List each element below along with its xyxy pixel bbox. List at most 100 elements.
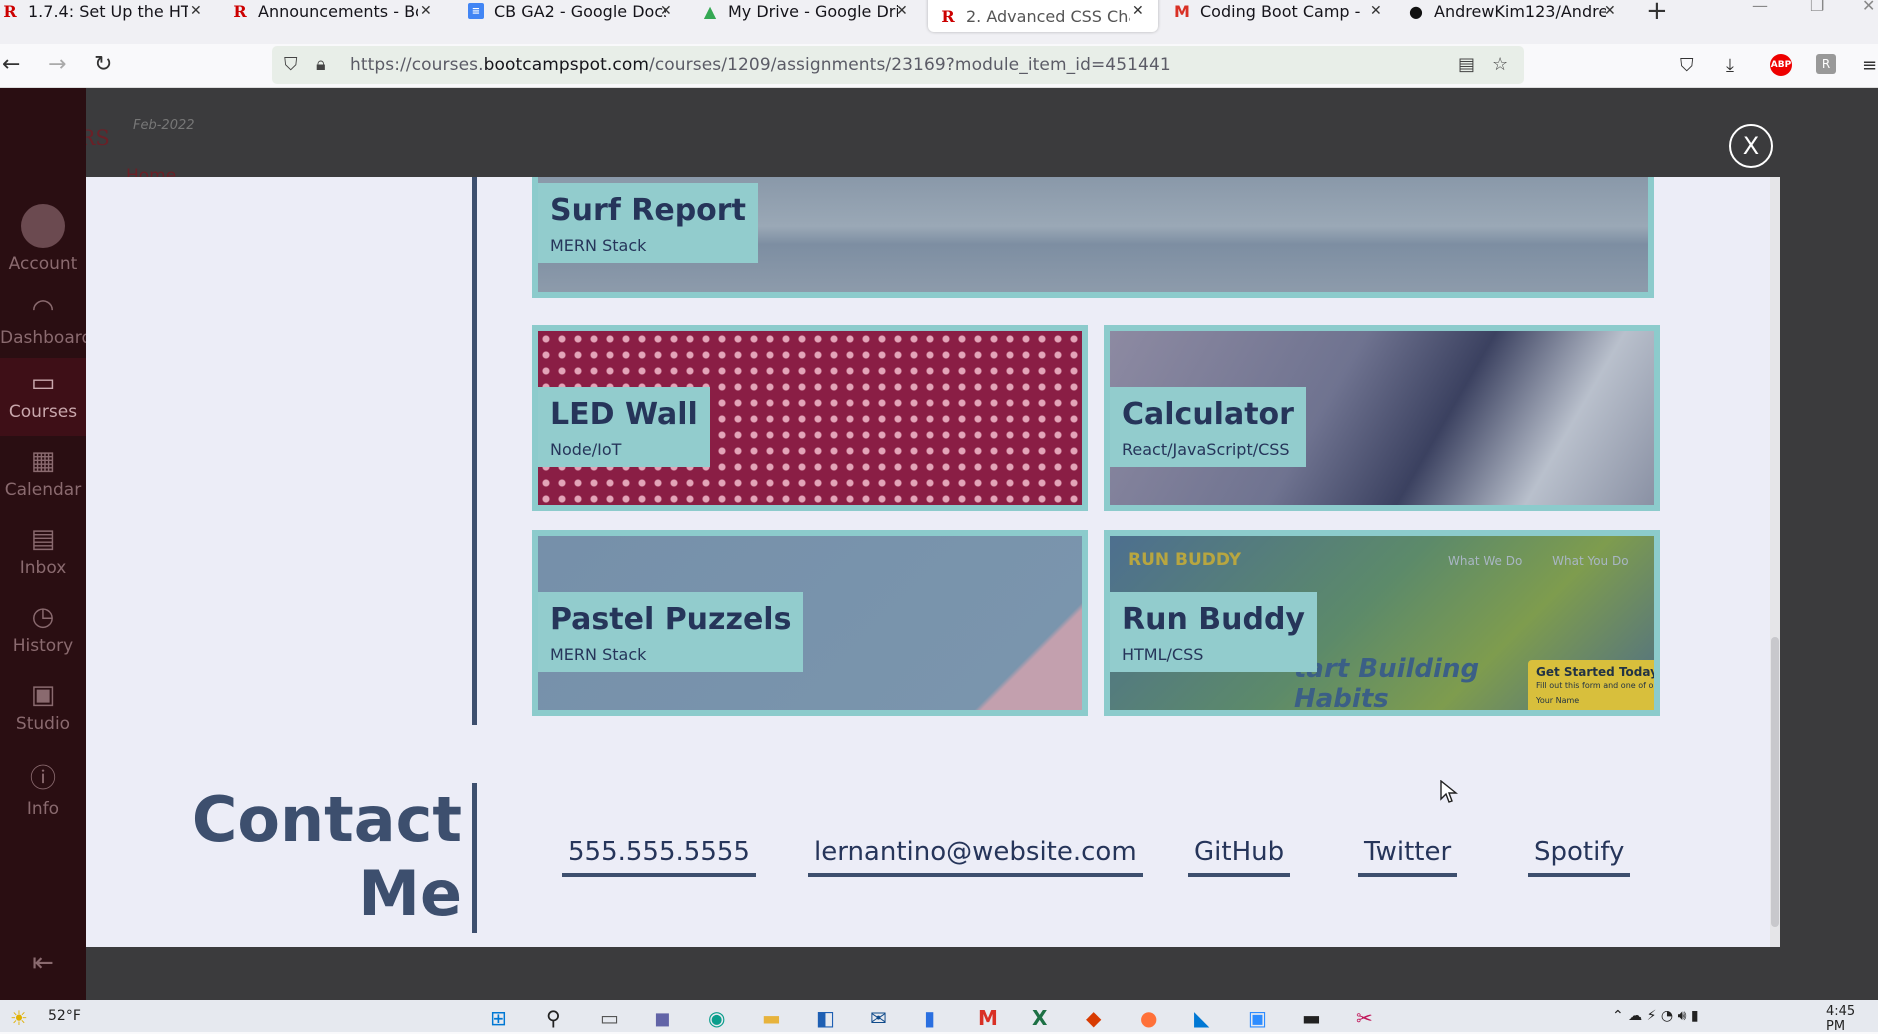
close-tab-icon[interactable]: ✕ — [896, 3, 908, 19]
browser-tab[interactable]: M Coding Boot Camp - Tut ✕ — [1174, 0, 1382, 22]
terminal-icon[interactable]: ▬ — [1302, 1006, 1321, 1030]
browser-tab-active[interactable]: R 2. Advanced CSS Challen ✕ — [928, 0, 1158, 32]
browser-tab[interactable]: ▲ My Drive - Google Drive ✕ — [702, 0, 912, 22]
sidebar-item-account[interactable]: Account — [0, 204, 86, 274]
vscode-icon[interactable]: ◣ — [1194, 1006, 1209, 1030]
contact-link-spotify[interactable]: Spotify — [1528, 837, 1631, 877]
browser-tab[interactable]: ≡ CB GA2 - Google Docs ✕ — [468, 0, 680, 22]
back-arrow-icon[interactable]: ← — [2, 52, 20, 77]
gmail-taskbar-icon[interactable]: M — [978, 1006, 998, 1030]
windows-taskbar: ☀ 52°F ⊞ ⚲ ▭ ◼ ◉ ▬ ◧ ✉ ▮ M X ◆ ● ◣ ▣ ▬ ✂… — [0, 1000, 1878, 1034]
lock-icon[interactable]: 🔒︎ — [316, 54, 326, 75]
project-card-surf-report[interactable]: Surf Report MERN Stack — [532, 177, 1654, 298]
contact-link-github[interactable]: GitHub — [1188, 837, 1291, 877]
browser-tab[interactable]: R 1.7.4: Set Up the HTML F ✕ — [2, 0, 202, 22]
minimize-window-icon[interactable]: — — [1752, 0, 1768, 15]
firefox-icon[interactable]: ● — [1140, 1006, 1157, 1030]
clock-icon: ◷ — [31, 602, 55, 632]
run-buddy-preview-nav: What We Do What You Do Yo — [1448, 554, 1629, 568]
zoom-icon[interactable]: ▣ — [1248, 1006, 1267, 1030]
canvas-global-nav: Account ◠ Dashboard ▭ Courses ▦ Calendar… — [0, 88, 92, 1000]
project-label: Surf Report MERN Stack — [538, 183, 758, 263]
tray-icons[interactable]: ⌃ ☁ ⚡ ◔ 🔊︎ ▮ — [1612, 1008, 1699, 1024]
download-icon[interactable]: ⤓ — [1726, 55, 1734, 76]
contact-link-phone[interactable]: 555.555.5555 — [562, 837, 756, 877]
contact-link-twitter[interactable]: Twitter — [1358, 837, 1458, 877]
dashboard-gauge-icon: ◠ — [31, 294, 55, 324]
weather-temperature[interactable]: 52°F — [48, 1008, 81, 1024]
forward-arrow-icon[interactable]: → — [48, 52, 66, 77]
studio-icon: ▣ — [30, 680, 56, 710]
rutgers-r-icon: R — [233, 1, 247, 21]
new-tab-button[interactable]: + — [1646, 0, 1668, 26]
mouse-cursor-icon — [1440, 779, 1458, 808]
gmail-icon: M — [1174, 1, 1190, 21]
file-explorer-icon[interactable]: ▬ — [762, 1006, 781, 1030]
scrollbar-thumb[interactable] — [1771, 637, 1779, 927]
book-icon: ▭ — [30, 368, 56, 398]
edge-icon[interactable]: ◉ — [708, 1006, 725, 1030]
project-label: Calculator React/JavaScript/CSS — [1110, 387, 1306, 467]
address-bar[interactable]: ⛉ 🔒︎ https://courses.bootcampspot.com/co… — [272, 46, 1524, 84]
close-tab-icon[interactable]: ✕ — [1370, 3, 1382, 19]
sidebar-item-studio[interactable]: ▣ Studio — [0, 680, 86, 734]
snipping-tool-icon[interactable]: ✂ — [1356, 1006, 1373, 1030]
shield-icon[interactable]: ⛉ — [284, 54, 298, 75]
browser-nav-bar: ← → ↻ ⛉ 🔒︎ https://courses.bootcampspot.… — [0, 44, 1878, 88]
project-card-calculator[interactable]: Calculator React/JavaScript/CSS — [1104, 325, 1660, 511]
search-icon[interactable]: ⚲ — [546, 1006, 561, 1030]
bookmark-star-icon[interactable]: ☆ — [1492, 54, 1508, 75]
avatar-icon — [21, 204, 65, 248]
project-card-pastel-puzzels[interactable]: Pastel Puzzels MERN Stack — [532, 530, 1088, 716]
pocket-icon[interactable]: ⛉ — [1680, 55, 1694, 76]
run-buddy-preview-hero: tart Building Habits — [1294, 654, 1480, 710]
restore-window-icon[interactable]: ❐ — [1810, 0, 1824, 15]
close-tab-icon[interactable]: ✕ — [190, 3, 202, 19]
adblock-plus-icon[interactable]: ABP — [1770, 54, 1792, 76]
rutgers-r-icon: R — [3, 1, 17, 21]
browser-tab[interactable]: ● AndrewKim123/Andrew ✕ — [1408, 0, 1618, 22]
close-tab-icon[interactable]: ✕ — [660, 3, 672, 19]
inbox-icon: ▤ — [30, 524, 56, 554]
modal-scrollbar[interactable] — [1770, 177, 1780, 947]
clock-time[interactable]: 4:45 PM — [1826, 1004, 1878, 1034]
close-tab-icon[interactable]: ✕ — [1132, 3, 1144, 19]
mail-icon[interactable]: ✉ — [870, 1006, 887, 1030]
portfolio-preview-modal: Surf Report MERN Stack LED Wall Node/IoT… — [86, 177, 1780, 947]
sidebar-item-history[interactable]: ◷ History — [0, 602, 86, 656]
sidebar-item-courses[interactable]: ▭ Courses — [0, 358, 86, 436]
browser-tab[interactable]: R Announcements - Bootc ✕ — [232, 0, 432, 22]
close-window-icon[interactable]: ✕ — [1862, 0, 1875, 15]
project-card-led-wall[interactable]: LED Wall Node/IoT — [532, 325, 1088, 511]
sidebar-item-inbox[interactable]: ▤ Inbox — [0, 524, 86, 578]
reader-view-icon[interactable]: ▤ — [1458, 54, 1475, 75]
collapse-nav-icon[interactable]: ⇤ — [0, 948, 86, 978]
browser-tab-strip: R 1.7.4: Set Up the HTML F ✕ R Announcem… — [0, 0, 1878, 44]
calendar-icon: ▦ — [30, 446, 56, 476]
extension-icon[interactable]: R — [1816, 54, 1836, 74]
course-term: Feb-2022 — [133, 118, 195, 133]
modal-close-button[interactable]: X — [1729, 124, 1773, 168]
sidebar-item-dashboard[interactable]: ◠ Dashboard — [0, 294, 92, 348]
chat-icon[interactable]: ◼ — [654, 1006, 671, 1030]
weather-icon[interactable]: ☀ — [10, 1006, 28, 1030]
contact-heading: Contact Me — [191, 783, 462, 930]
menu-icon[interactable]: ≡ — [1862, 55, 1877, 76]
store-icon[interactable]: ◧ — [816, 1006, 835, 1030]
project-label: Pastel Puzzels MERN Stack — [538, 592, 804, 672]
project-card-run-buddy[interactable]: RUN BUDDY What We Do What You Do Yo tart… — [1104, 530, 1660, 716]
sidebar-item-info[interactable]: ⓘ Info — [0, 758, 86, 819]
contact-link-email[interactable]: lernantino@website.com — [808, 837, 1143, 877]
reload-icon[interactable]: ↻ — [94, 52, 112, 77]
url-text[interactable]: https://courses.bootcampspot.com/courses… — [350, 55, 1171, 75]
excel-icon[interactable]: X — [1032, 1006, 1047, 1030]
todo-icon[interactable]: ▮ — [924, 1006, 935, 1030]
start-button-icon[interactable]: ⊞ — [490, 1006, 507, 1030]
sidebar-item-calendar[interactable]: ▦ Calendar — [0, 446, 86, 500]
office-icon[interactable]: ◆ — [1086, 1006, 1101, 1030]
run-buddy-preview-cta: Get Started Today Fill out this form and… — [1528, 660, 1654, 710]
project-label: LED Wall Node/IoT — [538, 387, 710, 467]
close-tab-icon[interactable]: ✕ — [1604, 3, 1616, 19]
task-view-icon[interactable]: ▭ — [600, 1006, 619, 1030]
close-tab-icon[interactable]: ✕ — [420, 3, 432, 19]
